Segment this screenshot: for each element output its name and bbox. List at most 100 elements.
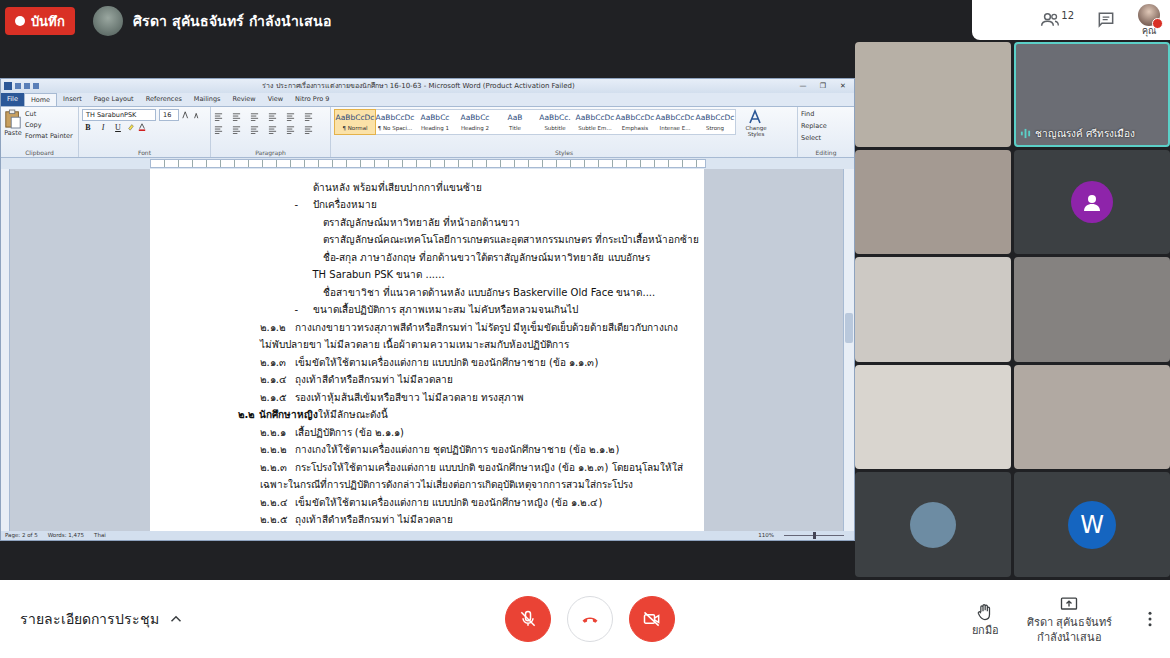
ribbon-tab[interactable]: Insert (57, 93, 88, 106)
zoom-percent: 110% (758, 532, 774, 538)
document-line: ตราสัญลักษณ์มหาวิทยาลัย ที่หน้าอกด้านขวา (150, 214, 704, 232)
paragraph-format-icon[interactable] (286, 112, 295, 121)
zoom-slider[interactable] (784, 535, 844, 536)
self-view[interactable]: คุณ (1138, 4, 1160, 37)
participant-tile[interactable] (1014, 257, 1170, 362)
paragraph-group: Paragraph (211, 107, 331, 157)
participant-tile[interactable] (1014, 365, 1170, 470)
paragraph-format-icon[interactable] (232, 112, 241, 121)
editing-button[interactable]: Replace (801, 121, 851, 131)
document-line: ๒.๒.๕ถุงเท้าสีดำหรือสีกรมท่า ไม่มีลวดลาย (150, 511, 704, 529)
paragraph-format-icon[interactable] (268, 112, 277, 121)
paragraph-format-icon[interactable] (286, 125, 295, 134)
style-item[interactable]: AaBbCcDc Strong (695, 110, 735, 134)
meeting-details-button[interactable]: รายละเอียดการประชุม (20, 608, 185, 630)
ribbon-tab[interactable]: Mailings (188, 93, 227, 106)
ribbon-tab[interactable]: Home (24, 93, 57, 106)
person-icon (1080, 190, 1104, 214)
participant-tile[interactable]: W (1014, 472, 1170, 577)
grow-font-icon[interactable] (182, 111, 190, 119)
participant-tile[interactable] (855, 42, 1011, 147)
document-line: ไม่พับปลายขา ไม่มีลวดลาย เนื้อผ้าตามความ… (150, 336, 704, 354)
change-styles-icon (748, 109, 764, 125)
paragraph-format-icon[interactable] (214, 112, 223, 121)
clipboard-button[interactable]: Copy (25, 120, 73, 130)
paste-icon (4, 109, 22, 129)
word-count: Words: 1,475 (48, 532, 84, 538)
document-line: ๒.๑.๒กางเกงขายาวทรงสุภาพสีดำหรือสีกรมท่า… (150, 319, 704, 337)
recording-badge[interactable]: บันทึก (5, 7, 75, 35)
editing-button[interactable]: Select (801, 133, 851, 143)
font-color-icon[interactable] (138, 123, 146, 131)
participants-button[interactable]: 12 (1040, 10, 1074, 30)
raise-hand-button[interactable]: ยกมือ (972, 602, 999, 637)
camera-button[interactable] (629, 596, 675, 642)
microphone-button[interactable] (505, 596, 551, 642)
style-item[interactable]: AaBbCcDc Subtle Em... (575, 110, 615, 134)
format-button[interactable]: B (82, 123, 94, 132)
window-control-button[interactable]: ❐ (814, 82, 832, 90)
participant-tile[interactable] (855, 257, 1011, 362)
window-control-button[interactable]: — (794, 82, 812, 90)
change-styles-button[interactable]: Change Styles (739, 109, 773, 148)
participant-tile[interactable] (855, 365, 1011, 470)
page-count: Page: 2 of 5 (5, 532, 38, 538)
clipboard-button[interactable]: Format Painter (25, 131, 73, 141)
ribbon-tab[interactable]: File (1, 93, 24, 106)
paragraph-format-icon[interactable] (304, 125, 313, 134)
presenting-button[interactable]: ศิรดา สุคันธจันทร์ กำลังนำเสนอ (1027, 594, 1113, 644)
hang-up-button[interactable] (567, 596, 613, 642)
document-line: -ขนาดเสื้อปฏิบัติการ สุภาพเหมาะสม ไม่คับ… (150, 301, 704, 319)
style-item[interactable]: AaBbCc Heading 1 (415, 110, 455, 134)
paragraph-format-icon[interactable] (268, 125, 277, 134)
style-item[interactable]: AaBbCcDc ¶ Normal (335, 110, 375, 134)
paragraph-format-icon[interactable] (250, 125, 259, 134)
ribbon-tab[interactable]: Page Layout (88, 93, 140, 106)
ribbon-tab[interactable]: Nitro Pro 9 (289, 93, 335, 106)
style-item[interactable]: AaB Title (495, 110, 535, 134)
participant-tile[interactable] (855, 472, 1011, 577)
style-item[interactable]: AaBbCc. Subtitle (535, 110, 575, 134)
font-size-field[interactable]: 16 (159, 109, 179, 121)
shrink-font-icon[interactable] (193, 111, 201, 119)
chat-button[interactable] (1096, 10, 1116, 30)
phone-hang-up-icon (580, 609, 600, 629)
paragraph-format-icon[interactable] (232, 125, 241, 134)
more-vertical-icon (1140, 609, 1160, 629)
presenter-avatar (93, 6, 123, 36)
style-item[interactable]: AaBbCcDc Intense E... (655, 110, 695, 134)
ribbon-tab[interactable]: References (140, 93, 188, 106)
ribbon: Paste CutCopyFormat Painter Clipboard TH… (1, 106, 854, 158)
paste-button[interactable]: Paste (4, 109, 22, 148)
self-avatar (1138, 4, 1160, 26)
participant-tile[interactable] (855, 150, 1011, 255)
format-button[interactable]: I (97, 123, 109, 132)
document-line: ด้านหลัง พร้อมที่เสียบปากกาที่แขนซ้าย (150, 179, 704, 197)
style-item[interactable]: AaBbCc Heading 2 (455, 110, 495, 134)
paragraph-format-icon[interactable] (214, 125, 223, 134)
vertical-scrollbar[interactable] (843, 169, 854, 531)
vertical-ruler (1, 169, 10, 531)
style-item[interactable]: AaBbCcDc ¶ No Spaci... (375, 110, 415, 134)
recording-label: บันทึก (31, 11, 65, 32)
document-line: ๒.๒.๒กางเกงให้ใช้ตามเครื่องแต่งกาย ชุดปฏ… (150, 441, 704, 459)
font-name-field[interactable]: TH SarabunPSK (82, 109, 156, 121)
mic-off-icon (518, 609, 538, 629)
paragraph-format-icon[interactable] (250, 112, 259, 121)
style-item[interactable]: AaBbCcDc Emphasis (615, 110, 655, 134)
editing-button[interactable]: Find (801, 109, 851, 119)
paragraph-format-icon[interactable] (304, 112, 313, 121)
editing-group: FindReplaceSelect Editing (798, 107, 854, 157)
clipboard-button[interactable]: Cut (25, 109, 73, 119)
highlight-icon[interactable] (127, 123, 135, 131)
participant-tile[interactable]: ชาญณรงค์ ศรีทรงเมือง (1014, 42, 1170, 147)
styles-group: AaBbCcDc ¶ NormalAaBbCcDc ¶ No Spaci...A… (331, 107, 798, 157)
format-button[interactable]: U (112, 123, 124, 132)
window-controls: —❐✕ (794, 82, 852, 90)
ribbon-tab[interactable]: View (262, 93, 289, 106)
participant-tile[interactable] (1014, 150, 1170, 255)
document-page: ด้านหลัง พร้อมที่เสียบปากกาที่แขนซ้าย-ปั… (150, 169, 704, 531)
ribbon-tab[interactable]: Review (226, 93, 261, 106)
window-control-button[interactable]: ✕ (834, 82, 852, 90)
more-options-button[interactable] (1140, 609, 1160, 629)
